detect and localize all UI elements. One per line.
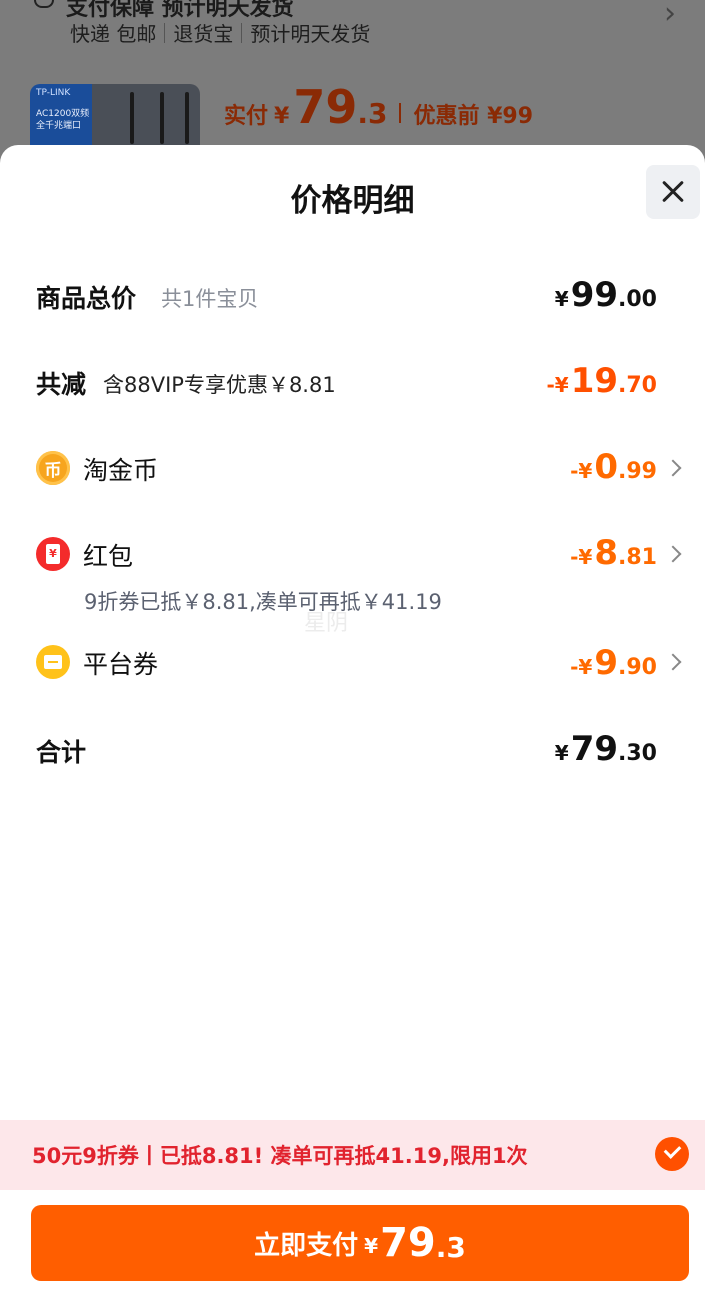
background-page: 支付保障 预计明天发货 快递 包邮 退货宝 预计明天发货 › TP-LINK A… <box>0 0 705 164</box>
divider <box>241 22 243 43</box>
bg-tags: 快递 包邮 退货宝 预计明天发货 <box>70 18 370 47</box>
amount-int: 99 <box>570 275 619 315</box>
divider <box>399 103 402 123</box>
pay-dec: .3 <box>435 1230 466 1264</box>
amount-dec: .70 <box>618 373 657 398</box>
pay-now-button[interactable]: 立即支付 ¥ 79 .3 <box>31 1205 689 1281</box>
pay-label: 立即支付 <box>254 1230 359 1261</box>
bg-paid-dec: .3 <box>357 97 388 130</box>
amount-dec: .90 <box>618 655 657 680</box>
sheet-title: 价格明细 <box>290 183 415 219</box>
currency-symbol: ¥ <box>554 287 569 311</box>
currency-symbol: -¥ <box>570 545 593 569</box>
row-total-price: 商品总价 共1件宝贝 ¥ 99 .00 <box>0 275 705 315</box>
coupon-icon <box>36 645 70 679</box>
red-packet-note: 9折券已抵￥8.81,凑单可再抵￥41.19 <box>84 590 442 614</box>
coupon-promo-banner[interactable]: 50元9折券丨已抵8.81! 凑单可再抵41.19,限用1次 <box>0 1120 705 1190</box>
discount-amount: -¥ 19 .70 <box>546 361 657 401</box>
chevron-right-icon <box>664 459 682 477</box>
bg-paid-price: 实付 ¥ 79 .3 优惠前 ¥99 <box>224 80 533 134</box>
red-packet-amount: -¥ 8 .81 <box>570 533 657 573</box>
vip-discount-note: 含88VIP专享优惠￥8.81 <box>103 373 336 397</box>
coin-label: 淘金币 <box>83 456 159 485</box>
discount-label: 共减 <box>36 370 87 399</box>
bg-paid-currency: ¥ <box>274 104 290 129</box>
location-icon <box>34 0 54 8</box>
product-model-line1: AC1200双频 <box>36 109 90 119</box>
amount-dec: .00 <box>618 287 657 312</box>
row-taojinbi[interactable]: 币 淘金币 -¥ 0 .99 <box>0 447 705 487</box>
currency-symbol: -¥ <box>546 373 569 397</box>
red-packet-icon-glyph: ¥ <box>49 547 57 560</box>
pay-currency: ¥ <box>364 1234 379 1258</box>
product-brand: TP-LINK <box>36 88 71 98</box>
currency-symbol: -¥ <box>570 459 593 483</box>
bg-before-price: 优惠前 ¥99 <box>413 104 534 129</box>
total-amount: ¥ 99 .00 <box>555 275 657 315</box>
bg-tag-ship: 预计明天发货 <box>250 22 371 46</box>
divider <box>164 22 166 43</box>
amount-dec: .99 <box>618 459 657 484</box>
amount-int: 0 <box>594 447 619 487</box>
bg-tag-express: 快递 包邮 <box>70 22 157 46</box>
chevron-right-icon <box>664 545 682 563</box>
platform-coupon-label: 平台券 <box>83 650 159 679</box>
amount-int: 9 <box>594 643 619 683</box>
pay-int: 79 <box>380 1220 436 1266</box>
red-packet-icon: ¥ <box>36 537 70 571</box>
amount-dec: .81 <box>618 545 657 570</box>
currency-symbol: ¥ <box>554 741 569 765</box>
antenna-shape <box>185 92 189 144</box>
total-count: 共1件宝贝 <box>161 287 259 311</box>
coin-icon: 币 <box>36 451 70 485</box>
amount-int: 19 <box>570 361 619 401</box>
bg-paid-int: 79 <box>293 80 358 134</box>
promo-text: 50元9折券丨已抵8.81! 凑单可再抵41.19,限用1次 <box>32 1144 528 1168</box>
bg-paid-label: 实付 <box>224 104 269 129</box>
coin-icon-glyph: 币 <box>44 461 62 481</box>
bg-tag-return: 退货宝 <box>173 22 234 46</box>
grand-total-amount: ¥ 79 .30 <box>555 729 657 769</box>
chevron-right-icon: › <box>664 0 676 31</box>
watermark: 星阴 <box>304 611 349 636</box>
product-model: AC1200双频 全千兆端口 <box>36 108 89 132</box>
product-model-line2: 全千兆端口 <box>36 121 82 131</box>
platform-coupon-amount: -¥ 9 .90 <box>570 643 657 683</box>
chevron-right-icon <box>664 653 682 671</box>
row-total-discount: 共减 含88VIP专享优惠￥8.81 -¥ 19 .70 <box>0 361 705 401</box>
grand-total-label: 合计 <box>36 738 87 767</box>
red-packet-label: 红包 <box>83 542 134 571</box>
row-grand-total: 合计 ¥ 79 .30 <box>0 729 705 769</box>
currency-symbol: -¥ <box>570 655 593 679</box>
antenna-shape <box>130 92 134 144</box>
amount-dec: .30 <box>618 741 657 766</box>
row-red-packet[interactable]: ¥ 红包 9折券已抵￥8.81,凑单可再抵￥41.19 -¥ 8 .81 <box>0 533 705 614</box>
antenna-shape <box>160 92 164 144</box>
close-button[interactable] <box>646 165 700 219</box>
amount-int: 79 <box>570 729 619 769</box>
checkmark-icon[interactable] <box>655 1137 689 1171</box>
total-label: 商品总价 <box>36 284 137 313</box>
coin-amount: -¥ 0 .99 <box>570 447 657 487</box>
row-platform-coupon[interactable]: 平台券 -¥ 9 .90 <box>0 643 705 683</box>
amount-int: 8 <box>594 533 619 573</box>
bg-shipping-row: 支付保障 预计明天发货 快递 包邮 退货宝 预计明天发货 › <box>0 0 705 60</box>
